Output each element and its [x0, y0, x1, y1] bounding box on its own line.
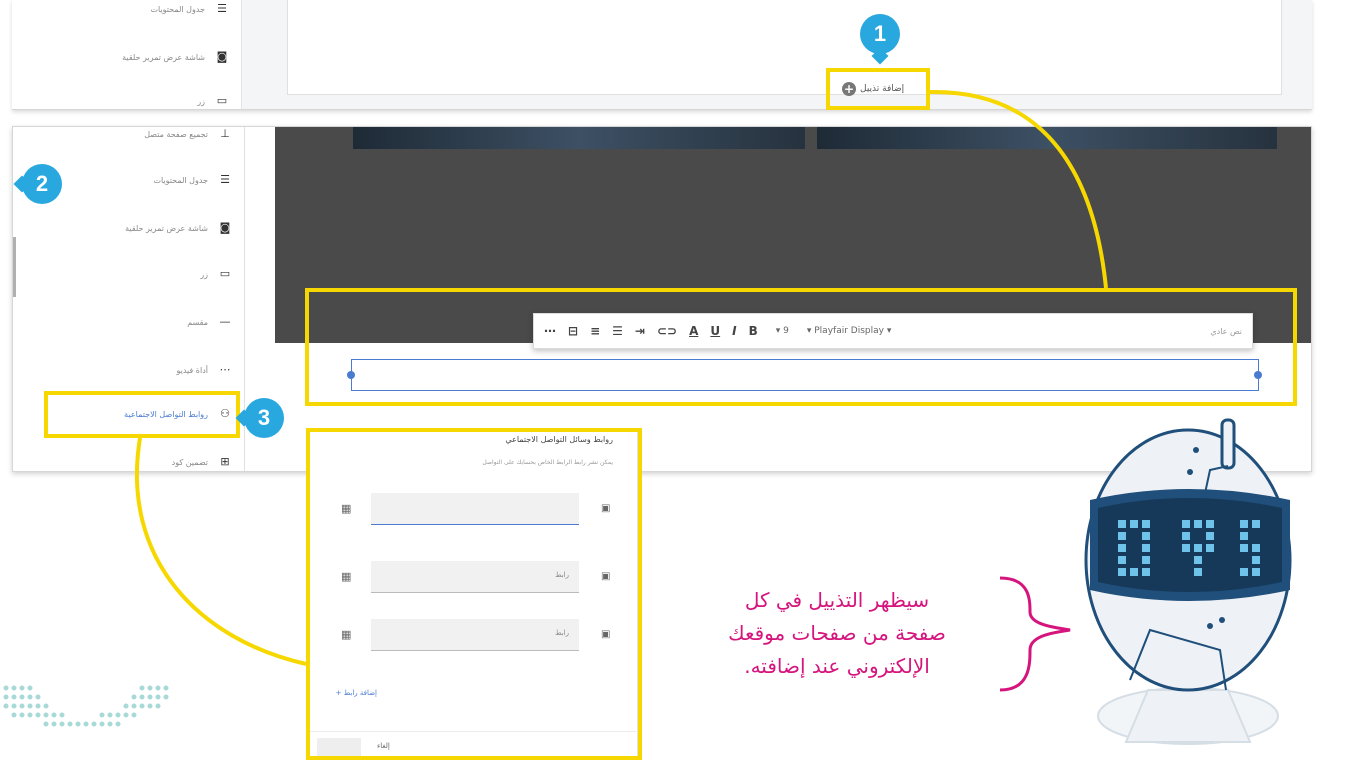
editor-top-screenshot: جدول المحتويات ☰ شاشة عرض تمرير حلقية ◙ …: [12, 0, 1312, 110]
callout-brace: [999, 576, 1071, 692]
ministry-logo-dots: [3, 685, 169, 727]
callout-line: صفحة من صفحات موقعك: [728, 621, 946, 645]
top-sidebar: جدول المحتويات ☰ شاشة عرض تمرير حلقية ◙ …: [12, 0, 242, 109]
list-icon: ☰: [217, 2, 227, 15]
sidebar-scrollbar[interactable]: [13, 237, 16, 297]
sidebar-item-label: تجميع صفحة متصل: [144, 129, 208, 139]
list-icon: ☰: [220, 173, 230, 186]
footer-callout-text: سيظهر التذييل في كل صفحة من صفحات موقعك …: [672, 584, 1002, 683]
highlight-footer-editor: [305, 288, 1297, 406]
button-icon: ▭: [219, 267, 231, 280]
upload-icon: ⊥: [220, 127, 230, 140]
callout-line: الإلكتروني عند إضافته.: [744, 654, 930, 678]
top-sidebar-item[interactable]: جدول المحتويات ☰: [150, 2, 229, 15]
button-icon: ▭: [216, 94, 228, 107]
sidebar-item[interactable]: أداة فيديو ⋯: [176, 363, 232, 376]
highlight-social-links: [44, 391, 240, 438]
step-badge-1: 1: [860, 14, 900, 54]
step-badge-2: 2: [22, 164, 62, 204]
sidebar-item[interactable]: شاشة عرض تمرير حلقية ◙: [125, 221, 232, 234]
dots-icon: ⋯: [219, 363, 231, 376]
sidebar-item-label: تضمين كود: [171, 457, 208, 467]
sidebar-item[interactable]: تضمين كود ⊞: [171, 455, 232, 468]
sidebar-item[interactable]: مقسم —: [187, 315, 232, 328]
sidebar-item-label: جدول المحتويات: [153, 175, 208, 185]
highlight-dialog: [306, 428, 642, 760]
sidebar-item-label: جدول المحتويات: [150, 4, 205, 14]
tutorial-figure: جدول المحتويات ☰ شاشة عرض تمرير حلقية ◙ …: [0, 0, 1350, 760]
sidebar-item-label: مقسم: [187, 317, 208, 327]
divider-icon: —: [219, 315, 231, 328]
sidebar-item-label: أداة فيديو: [176, 365, 208, 375]
hero-image: [353, 127, 805, 149]
carousel-icon: ◙: [216, 50, 228, 63]
sidebar-item-label: شاشة عرض تمرير حلقية: [122, 52, 205, 62]
embed-icon: ⊞: [220, 455, 230, 468]
sidebar-item-label: زر: [197, 96, 205, 106]
hero-image: [817, 127, 1277, 149]
top-sidebar-item[interactable]: شاشة عرض تمرير حلقية ◙: [122, 50, 229, 63]
top-sidebar-item[interactable]: زر ▭: [197, 94, 229, 107]
carousel-icon: ◙: [219, 221, 231, 234]
sidebar-item[interactable]: زر ▭: [200, 267, 232, 280]
sidebar-item-label: شاشة عرض تمرير حلقية: [125, 223, 208, 233]
sidebar-item[interactable]: جدول المحتويات ☰: [153, 173, 232, 186]
callout-line: سيظهر التذييل في كل: [744, 588, 930, 612]
highlight-add-footer: [826, 68, 930, 110]
sidebar-item-label: زر: [200, 269, 208, 279]
sidebar-item[interactable]: تجميع صفحة متصل ⊥: [144, 127, 232, 140]
page-canvas: [287, 0, 1282, 95]
step-badge-3: 3: [244, 398, 284, 438]
